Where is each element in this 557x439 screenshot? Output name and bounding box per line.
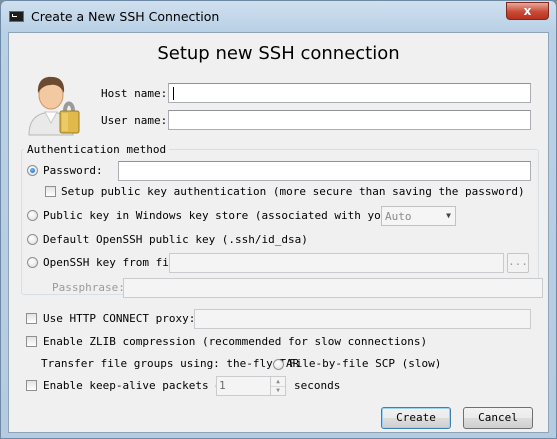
- user-lock-icon: [28, 76, 80, 136]
- keepalive-spinner[interactable]: 1 ▲ ▼: [216, 376, 286, 396]
- password-input[interactable]: [118, 161, 531, 181]
- file-by-file-label: File-by-file SCP (slow): [289, 357, 442, 370]
- keepalive-value: 1: [219, 379, 226, 392]
- zlib-label: Enable ZLIB compression (recommended for…: [43, 335, 428, 348]
- spinner-buttons: ▲ ▼: [270, 377, 285, 395]
- seconds-label: seconds: [294, 379, 341, 392]
- windows-key-select[interactable]: Auto ▼: [381, 206, 456, 226]
- openssh-file-radio[interactable]: [27, 257, 38, 268]
- default-key-label: Default OpenSSH public key (.ssh/id_dsa): [43, 233, 308, 246]
- windows-key-radio[interactable]: [27, 210, 38, 221]
- spinner-down-icon[interactable]: ▼: [271, 386, 285, 395]
- passphrase-label: Passphrase:: [52, 281, 125, 294]
- user-name-input[interactable]: [168, 110, 531, 130]
- http-proxy-label: Use HTTP CONNECT proxy:: [43, 312, 196, 325]
- window-title: Create a New SSH Connection: [31, 9, 220, 24]
- chevron-down-icon: ▼: [446, 211, 451, 220]
- user-name-label: User name:: [101, 114, 168, 127]
- keepalive-checkbox[interactable]: [26, 380, 37, 391]
- http-proxy-input[interactable]: [194, 309, 531, 329]
- openssh-file-input[interactable]: [169, 253, 504, 273]
- dialog-window: Create a New SSH Connection x Setup new …: [0, 0, 557, 439]
- host-name-input[interactable]: [168, 83, 531, 103]
- http-proxy-checkbox[interactable]: [26, 313, 37, 324]
- setup-pubkey-label: Setup public key authentication (more se…: [61, 185, 525, 198]
- password-label: Password:: [43, 164, 103, 177]
- transfer-label: Transfer file groups using: the-fly TAR: [41, 357, 300, 370]
- file-by-file-radio[interactable]: [273, 359, 284, 370]
- browse-button[interactable]: ...: [507, 253, 529, 273]
- windows-key-select-value: Auto: [385, 210, 412, 223]
- auth-method-title: Authentication method: [24, 143, 170, 156]
- host-name-label: Host name:: [101, 87, 168, 100]
- zlib-checkbox[interactable]: [26, 336, 37, 347]
- default-key-radio[interactable]: [27, 234, 38, 245]
- cancel-button[interactable]: Cancel: [463, 407, 533, 429]
- openssh-file-label: OpenSSH key from file:: [43, 256, 189, 269]
- terminal-icon: [9, 11, 24, 22]
- page-title: Setup new SSH connection: [157, 43, 400, 64]
- title-bar[interactable]: Create a New SSH Connection x: [1, 1, 556, 33]
- create-button[interactable]: Create: [381, 407, 451, 429]
- password-radio[interactable]: [27, 165, 38, 176]
- keepalive-label: Enable keep-alive packets eve: [43, 379, 236, 392]
- close-button[interactable]: x: [506, 2, 549, 20]
- setup-pubkey-checkbox[interactable]: [45, 186, 56, 197]
- text-caret: [173, 87, 174, 100]
- windows-key-label: Public key in Windows key store (associa…: [43, 209, 414, 222]
- dialog-body: Setup new SSH connection Host name: User…: [8, 32, 549, 433]
- passphrase-input[interactable]: [123, 278, 543, 298]
